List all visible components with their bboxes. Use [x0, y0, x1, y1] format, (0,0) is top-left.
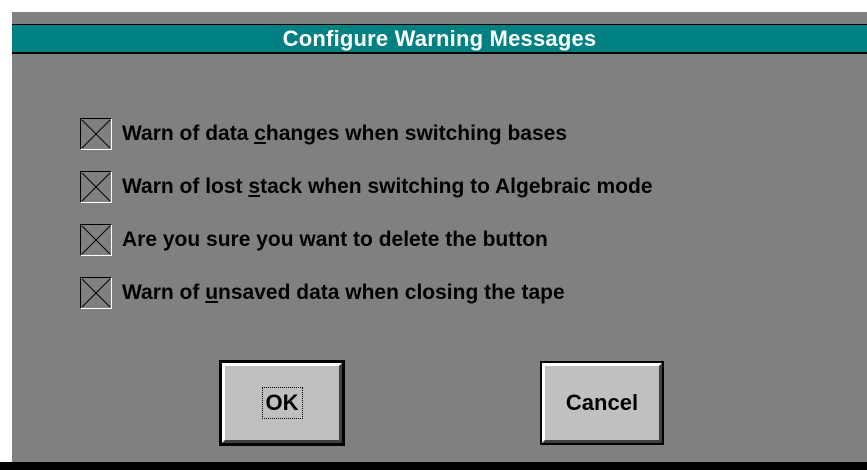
confirm-delete-button-option[interactable]: Are you sure you want to delete the butt…	[80, 223, 548, 257]
warn-unsaved-data-option[interactable]: Warn of unsaved data when closing the ta…	[80, 276, 565, 310]
cancel-button-label: Cancel	[565, 390, 639, 415]
frame-bottom-edge	[0, 462, 867, 470]
warn-unsaved-data-checkbox[interactable]	[80, 277, 112, 309]
confirm-delete-button-checkbox[interactable]	[80, 224, 112, 256]
warn-lost-stack-checkbox[interactable]	[80, 171, 112, 203]
check-x-icon	[81, 172, 111, 202]
frame-top-edge	[0, 0, 867, 12]
cancel-button[interactable]: Cancel	[540, 361, 664, 445]
warn-data-changes-label: Warn of data changes when switching base…	[122, 122, 567, 145]
check-x-icon	[81, 278, 111, 308]
warn-lost-stack-label: Warn of lost stack when switching to Alg…	[122, 175, 653, 198]
configure-warning-dialog: Configure Warning Messages Warn of data …	[0, 0, 867, 470]
ok-button-label: OK	[261, 387, 303, 419]
check-x-icon	[81, 225, 111, 255]
frame-left-edge	[0, 0, 12, 470]
ok-button[interactable]: OK	[219, 360, 345, 446]
warn-unsaved-data-label: Warn of unsaved data when closing the ta…	[122, 281, 565, 304]
title-bar[interactable]: Configure Warning Messages	[12, 24, 867, 54]
confirm-delete-button-label: Are you sure you want to delete the butt…	[122, 228, 548, 251]
warn-data-changes-option[interactable]: Warn of data changes when switching base…	[80, 117, 567, 151]
warn-data-changes-checkbox[interactable]	[80, 118, 112, 150]
check-x-icon	[81, 119, 111, 149]
warn-lost-stack-option[interactable]: Warn of lost stack when switching to Alg…	[80, 170, 653, 204]
dialog-title: Configure Warning Messages	[282, 25, 597, 51]
